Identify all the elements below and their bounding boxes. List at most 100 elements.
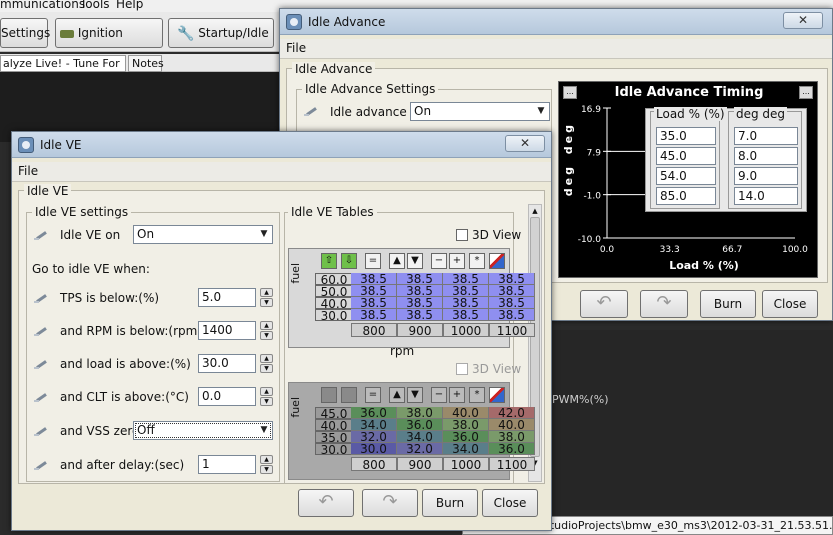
row-axis-value[interactable]: 35.0	[315, 431, 353, 444]
undo-button[interactable]: ↶	[298, 489, 354, 517]
idle-advance-chart: Idle Advance Timing ... ... 16.9 7.9 -1.0-…	[558, 81, 818, 278]
chart-xlabel: Load % (%)	[669, 259, 739, 272]
table-cell[interactable]: 38.5	[351, 309, 397, 321]
condition-label: and CLT is above:(°C)	[60, 390, 189, 404]
menu-communications[interactable]: mmunications	[0, 0, 85, 11]
pencil-icon	[34, 391, 48, 403]
menu-help[interactable]: Help	[116, 0, 143, 11]
table-cell[interactable]: 32.0	[397, 443, 443, 455]
row-axis-value[interactable]: 40.0	[315, 419, 353, 432]
pencil-icon	[34, 229, 48, 241]
col-axis-value[interactable]: 1100	[489, 457, 535, 472]
deg-value-input[interactable]: 8.0	[734, 147, 798, 165]
table-cell[interactable]: 38.5	[397, 309, 443, 321]
menu-file[interactable]: File	[286, 41, 306, 55]
menu-tools[interactable]: Tools	[80, 0, 110, 11]
delay-label: and after delay:(sec)	[60, 458, 185, 472]
redo-button[interactable]: ↷	[640, 290, 688, 318]
col-axis-value[interactable]: 800	[351, 457, 397, 472]
startup-idle-button[interactable]: 🔧 Startup/Idle	[168, 18, 274, 48]
condition-input[interactable]: 0.0	[198, 387, 256, 406]
load-value-input[interactable]: 35.0	[656, 127, 716, 145]
condition-input[interactable]: 30.0	[198, 354, 256, 373]
vss-select[interactable]: Off ▼	[133, 421, 273, 440]
condition-spinner[interactable]: ▲ ▼	[260, 321, 273, 340]
row-axis-value[interactable]: 30.0	[315, 443, 353, 456]
ve-table-1-grid: 60.0 38.5 38.5 38.5 38.5 50.0 38.5 38.5 38.5 38.5…	[289, 249, 535, 349]
row-axis-value[interactable]: 40.0	[315, 297, 353, 310]
idle-ve-on-value: On	[137, 227, 155, 241]
idle-ve-title: Idle VE	[40, 137, 82, 152]
ignition-settings-button[interactable]: Ignition Settings	[55, 18, 163, 68]
tab-analyze-live[interactable]: alyze Live! - Tune For You	[0, 55, 126, 85]
col-axis-value[interactable]: 900	[397, 323, 443, 338]
row-axis-value[interactable]: 30.0	[315, 309, 353, 322]
idle-ve-close-button[interactable]: Close	[482, 489, 538, 517]
chart-y-tick-label: 16.9	[581, 105, 601, 115]
condition-spinner[interactable]: ▲ ▼	[260, 354, 273, 373]
menu-file[interactable]: File	[18, 164, 38, 178]
condition-input[interactable]: 5.0	[198, 288, 256, 307]
idle-advance-titlebar[interactable]: Idle Advance	[280, 9, 832, 35]
undo-button[interactable]: ↶	[580, 290, 628, 318]
tab-notes[interactable]: Notes	[128, 55, 164, 72]
table-cell[interactable]: 34.0	[443, 443, 489, 455]
idle-advance-burn-button[interactable]: Burn	[700, 290, 756, 318]
idle-ve-tables-title: Idle VE Tables	[288, 205, 377, 219]
row-axis-value[interactable]: 60.0	[315, 273, 353, 286]
burn-label: Burn	[435, 496, 465, 510]
idle-advance-menubar: File	[280, 39, 832, 59]
table-cell[interactable]: 36.0	[489, 443, 535, 455]
idle-ve-on-select[interactable]: On ▼	[133, 225, 273, 244]
col-axis-value[interactable]: 1000	[443, 457, 489, 472]
deg-value-input[interactable]: 14.0	[734, 187, 798, 205]
delay-spinner[interactable]: ▲ ▼	[260, 455, 273, 474]
ve-table-1: fuel ⇧ ⇩ = ▲ ▼ − + * 60.0 38.5 38.5 38.5 38.…	[288, 248, 535, 349]
chart-ylabel-bottom: deg	[562, 164, 575, 197]
idle-advance-close-button[interactable]: Close	[762, 290, 818, 318]
idle-advance-close-x-button[interactable]: ✕	[783, 12, 823, 29]
row-axis-value[interactable]: 50.0	[315, 285, 353, 298]
deg-value-input[interactable]: 9.0	[734, 167, 798, 185]
chart-x-tick-label: 66.7	[722, 245, 742, 255]
settings-button[interactable]: Settings	[0, 18, 50, 48]
col-axis-value[interactable]: 800	[351, 323, 397, 338]
table-cell[interactable]: 38.5	[443, 309, 489, 321]
row-axis-value[interactable]: 45.0	[315, 407, 353, 420]
idle-advance-title: Idle Advance	[308, 14, 386, 29]
condition-spinner[interactable]: ▲ ▼	[260, 288, 273, 307]
load-value-input[interactable]: 54.0	[656, 167, 716, 185]
ve-table-2: fuel = ▲ ▼ − + * 45.0 36.0 38.0 40.0 42.0 40.…	[288, 382, 535, 480]
adv-table-panel: Load % (%) deg deg 35.0 45.0 54.0 85.0 7.0 8.…	[645, 107, 807, 212]
delay-input[interactable]: 1	[198, 455, 256, 474]
go-to-label: Go to idle VE when:	[32, 262, 150, 276]
scroll-up-icon[interactable]: ▲	[529, 205, 541, 217]
idle-advance-settings-title: Idle Advance Settings	[302, 82, 439, 96]
redo-button[interactable]: ↷	[362, 489, 418, 517]
idle-ve-settings-group	[26, 212, 280, 482]
idle-advance-on-value: On	[414, 104, 432, 118]
idle-ve-on-label: Idle VE on	[60, 228, 121, 242]
col-axis-value[interactable]: 1000	[443, 323, 489, 338]
deg-value-input[interactable]: 7.0	[734, 127, 798, 145]
table-cell[interactable]: 38.5	[489, 309, 535, 321]
idle-ve-close-x-button[interactable]: ✕	[505, 135, 545, 152]
3d-view-checkbox-2[interactable]	[456, 363, 468, 375]
3d-view-checkbox-1[interactable]	[456, 229, 468, 241]
condition-spinner[interactable]: ▲ ▼	[260, 387, 273, 406]
load-value-input[interactable]: 85.0	[656, 187, 716, 205]
idle-ve-burn-button[interactable]: Burn	[422, 489, 478, 517]
burn-label: Burn	[713, 297, 743, 311]
condition-input[interactable]: 1400	[198, 321, 256, 340]
load-value-input[interactable]: 45.0	[656, 147, 716, 165]
idle-advance-on-select[interactable]: On ▼	[410, 102, 550, 121]
chevron-down-icon: ▼	[537, 106, 545, 116]
col-axis-value[interactable]: 900	[397, 457, 443, 472]
close-label: Close	[773, 297, 807, 311]
table-cell[interactable]: 30.0	[351, 443, 397, 455]
col-axis-value[interactable]: 1100	[489, 323, 535, 338]
idle-ve-titlebar[interactable]: Idle VE	[12, 132, 551, 158]
idle-ve-settings-title: Idle VE settings	[32, 205, 132, 219]
gauge-strip	[540, 330, 833, 530]
chevron-down-icon: ▼	[260, 425, 268, 435]
